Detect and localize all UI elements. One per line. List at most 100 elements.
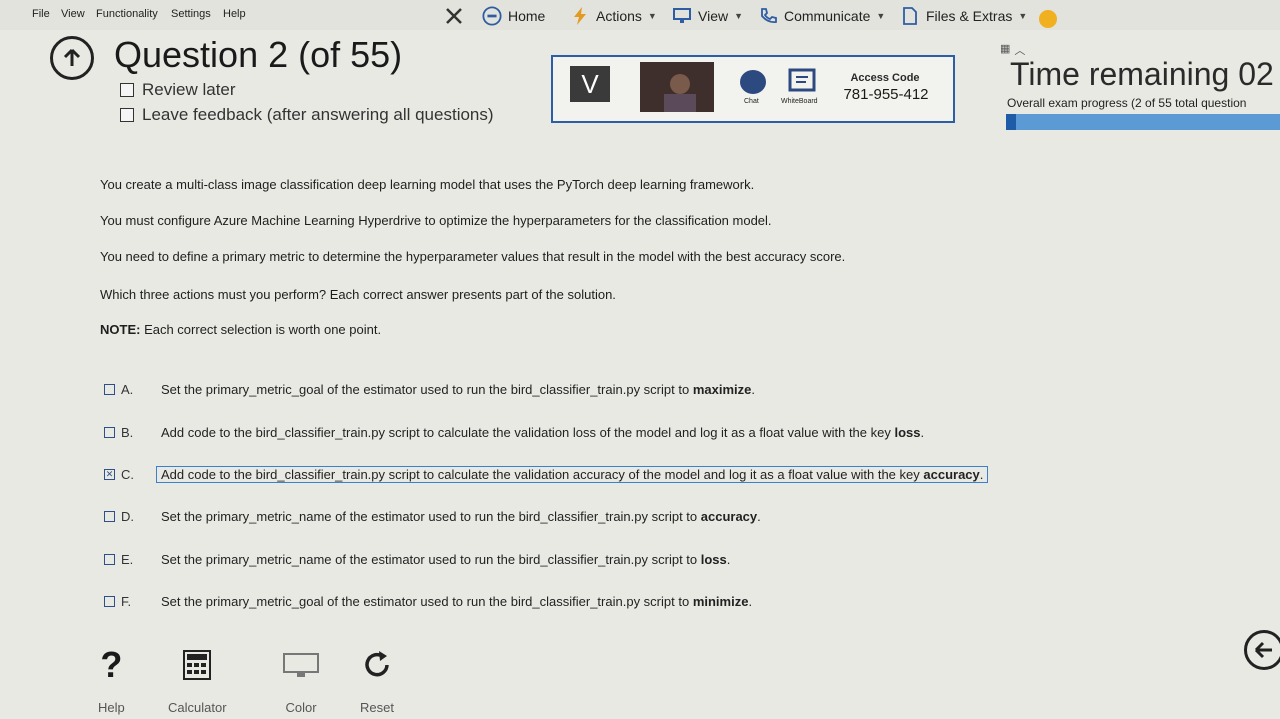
calculator-label: Calculator xyxy=(168,700,227,715)
close-session-button[interactable] xyxy=(444,5,464,27)
reset-label: Reset xyxy=(360,700,394,715)
leave-feedback-checkbox[interactable]: Leave feedback (after answering all ques… xyxy=(120,105,494,125)
option-checkbox[interactable] xyxy=(104,383,115,395)
menu-functionality[interactable]: Functionality xyxy=(96,8,158,20)
answer-option[interactable]: E. Set the primary_metric_name of the est… xyxy=(104,548,1274,570)
exam-progress-text: Overall exam progress (2 of 55 total que… xyxy=(1007,96,1247,110)
calculator-tool[interactable]: Calculator xyxy=(168,648,227,715)
reset-tool[interactable]: Reset xyxy=(360,648,394,715)
option-text-end: . xyxy=(757,508,761,524)
home-button[interactable]: Home xyxy=(482,5,545,27)
color-tool[interactable]: Color xyxy=(282,648,320,715)
whiteboard-label: WhiteBoard xyxy=(781,98,818,105)
option-checkbox[interactable] xyxy=(104,426,115,438)
menu-file[interactable]: File xyxy=(32,8,50,20)
option-letter: B. xyxy=(121,424,134,440)
leave-feedback-label: Leave feedback (after answering all ques… xyxy=(142,105,494,124)
arrow-left-icon xyxy=(1254,641,1272,659)
chevron-down-icon: ▼ xyxy=(1018,11,1028,21)
answer-option[interactable]: D. Set the primary_metric_name of the est… xyxy=(104,505,1274,527)
expand-icon[interactable]: ▦ xyxy=(1000,42,1010,58)
option-text-end: . xyxy=(979,466,984,482)
previous-question-button[interactable] xyxy=(1244,630,1280,670)
menu-view[interactable]: View xyxy=(61,8,85,20)
chevron-down-icon: ▼ xyxy=(647,11,657,21)
chat-icon[interactable] xyxy=(740,70,766,94)
note-text: Each correct selection is worth one poin… xyxy=(140,322,382,337)
note-label: NOTE: xyxy=(100,322,141,337)
option-text-end: . xyxy=(726,551,731,567)
checkbox-box[interactable] xyxy=(120,108,134,122)
communicate-menu[interactable]: Communicate ▼ xyxy=(758,5,885,27)
monitor-icon xyxy=(282,648,320,682)
option-keyword: accuracy xyxy=(923,466,980,482)
option-checkbox[interactable] xyxy=(104,553,115,565)
option-text-body: Set the primary_metric_goal of the estim… xyxy=(161,593,693,609)
option-keyword: loss xyxy=(700,551,727,567)
menu-bar: File View Functionality Settings Help Ho… xyxy=(0,0,1280,30)
answer-option[interactable]: A. Set the primary_metric_goal of the est… xyxy=(104,378,1274,400)
option-text-end: . xyxy=(751,381,755,397)
option-text-body: Set the primary_metric_name of the estim… xyxy=(161,551,701,567)
menu-help[interactable]: Help xyxy=(223,8,246,20)
review-later-checkbox[interactable]: Review later xyxy=(120,80,236,100)
option-checkbox[interactable] xyxy=(104,510,115,522)
option-text: Set the primary_metric_name of the estim… xyxy=(161,552,730,567)
access-code-value: 781-955-412 xyxy=(843,86,929,103)
answer-option[interactable]: ✕ C. Add code to the bird_classifier_train… xyxy=(104,463,1274,485)
webcam-person-icon xyxy=(640,62,714,112)
checkbox-box[interactable] xyxy=(120,83,134,97)
actions-menu[interactable]: Actions ▼ xyxy=(570,5,657,27)
question-paragraph: You need to define a primary metric to d… xyxy=(100,249,846,264)
option-letter: E. xyxy=(121,551,134,567)
chevron-down-icon: ▼ xyxy=(734,11,744,21)
calculator-icon xyxy=(183,648,212,682)
option-keyword: maximize xyxy=(692,381,752,397)
review-later-label: Review later xyxy=(142,80,236,99)
option-text: Set the primary_metric_name of the estim… xyxy=(161,509,761,524)
monitor-icon xyxy=(673,8,691,23)
home-icon xyxy=(482,6,502,26)
option-text: Set the primary_metric_goal of the estim… xyxy=(161,594,752,609)
option-text-body: Add code to the bird_classifier_train.py… xyxy=(161,424,895,440)
chat-label: Chat xyxy=(744,98,759,105)
option-text: Add code to the bird_classifier_train.py… xyxy=(156,465,989,483)
whiteboard-icon[interactable] xyxy=(788,68,818,92)
option-text-body: Set the primary_metric_name of the estim… xyxy=(161,508,701,524)
exam-progress-fill xyxy=(1006,114,1016,130)
option-keyword: loss xyxy=(894,424,921,440)
files-extras-menu[interactable]: Files & Extras ▼ xyxy=(900,5,1027,27)
answer-option[interactable]: F. Set the primary_metric_goal of the est… xyxy=(104,590,1274,612)
help-tool[interactable]: ? Help xyxy=(98,644,125,715)
option-text-end: . xyxy=(920,424,925,440)
view-label: View xyxy=(698,8,729,24)
help-label: Help xyxy=(98,700,125,715)
answer-option[interactable]: B. Add code to the bird_classifier_train.… xyxy=(104,421,1274,443)
option-keyword: accuracy xyxy=(700,508,758,524)
question-mark-icon: ? xyxy=(100,644,123,685)
question-note: NOTE: Each correct selection is worth on… xyxy=(100,322,381,337)
option-keyword: minimize xyxy=(692,593,749,609)
question-paragraph: Which three actions must you perform? Ea… xyxy=(100,287,616,302)
question-paragraph: You create a multi-class image classific… xyxy=(100,177,755,192)
option-text-body: Set the primary_metric_goal of the estim… xyxy=(161,381,693,397)
option-text: Add code to the bird_classifier_train.py… xyxy=(161,425,924,440)
option-text-body: Add code to the bird_classifier_train.py… xyxy=(161,466,924,482)
phone-icon xyxy=(761,8,777,24)
menu-settings[interactable]: Settings xyxy=(171,8,211,20)
option-text-end: . xyxy=(748,593,753,609)
option-checkbox[interactable]: ✕ xyxy=(104,468,115,480)
proctor-logo: V xyxy=(570,66,610,102)
back-arrow-icon xyxy=(63,48,81,66)
chevron-down-icon: ▼ xyxy=(876,11,886,21)
back-button[interactable] xyxy=(50,36,94,80)
file-icon xyxy=(903,7,917,25)
actions-label: Actions xyxy=(596,8,642,24)
option-checkbox[interactable] xyxy=(104,595,115,607)
smiley-icon[interactable] xyxy=(1039,10,1057,28)
lightning-icon xyxy=(574,7,586,25)
color-label: Color xyxy=(285,700,317,715)
reset-icon xyxy=(360,648,394,682)
page-title: Question 2 (of 55) xyxy=(114,34,403,75)
view-menu[interactable]: View ▼ xyxy=(672,5,743,27)
